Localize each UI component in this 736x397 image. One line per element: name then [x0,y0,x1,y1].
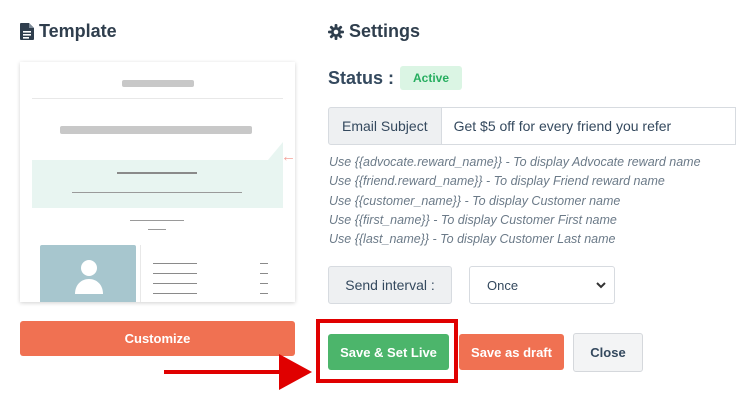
placeholder-hints: Use {{advocate.reward_name}} - To displa… [329,153,701,249]
customize-button[interactable]: Customize [20,321,295,356]
annotation-arrow-shaft [164,370,286,374]
hint-line: Use {{last_name}} - To display Customer … [329,232,616,247]
gear-icon [328,23,344,40]
send-interval-value: Once [487,277,519,293]
email-subject-label: Email Subject [328,107,442,145]
send-interval-label: Send interval : [328,266,452,304]
email-subject-input[interactable] [441,107,736,145]
file-icon [20,23,34,40]
status-row: Status : Active [328,66,463,90]
chevron-down-icon [595,279,607,294]
template-heading-text: Template [39,21,117,41]
arrow-left-icon[interactable]: ← [281,148,296,165]
email-subject-group: Email Subject [328,107,736,145]
hint-line: Use {{friend.reward_name}} - To display … [329,174,665,189]
template-preview [20,62,295,302]
highlight-box [316,319,458,383]
avatar-placeholder [40,245,136,302]
status-label: Status : [328,67,395,88]
hint-line: Use {{customer_name}} - To display Custo… [329,193,621,208]
save-as-draft-button[interactable]: Save as draft [459,334,564,370]
status-badge: Active [400,66,463,90]
close-button[interactable]: Close [573,333,643,372]
user-icon [73,258,105,299]
hint-line: Use {{advocate.reward_name}} - To displa… [329,155,701,169]
annotation-arrow-icon [279,354,312,390]
template-heading: Template [20,21,117,42]
send-interval-select[interactable]: Once [469,266,615,304]
hint-line: Use {{first_name}} - To display Customer… [329,212,617,227]
settings-heading: Settings [328,21,420,42]
send-interval-group: Send interval : Once [328,266,615,304]
settings-heading-text: Settings [349,21,421,41]
